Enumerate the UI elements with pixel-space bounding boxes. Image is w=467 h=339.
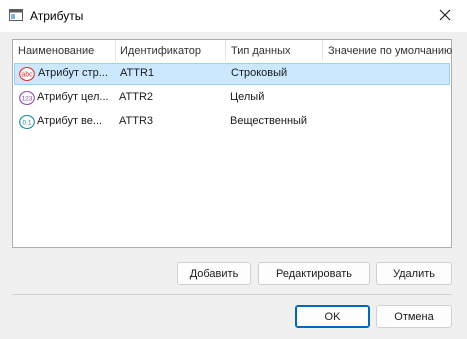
cell-id: ATTR2 xyxy=(119,91,154,103)
column-separator[interactable] xyxy=(225,40,226,61)
window-app-icon xyxy=(9,9,23,21)
svg-text:0.1: 0.1 xyxy=(22,120,31,127)
edit-button[interactable]: Редактировать xyxy=(258,262,370,285)
svg-text:abc: abc xyxy=(21,72,33,79)
cell-name: Атрибут стр... xyxy=(38,67,108,79)
integer-type-icon: 123 xyxy=(19,90,35,106)
cell-id: ATTR3 xyxy=(119,115,154,127)
column-header-default[interactable]: Значение по умолчанию xyxy=(328,45,452,57)
list-row-attr2[interactable]: 123 Атрибут цел... ATTR2 Целый xyxy=(14,87,450,109)
string-type-icon: abc xyxy=(19,66,35,82)
cell-id: ATTR1 xyxy=(120,67,155,79)
float-type-icon: 0.1 xyxy=(19,114,35,130)
dialog-divider xyxy=(12,294,452,295)
svg-text:123: 123 xyxy=(22,96,33,103)
cell-name: Атрибут цел... xyxy=(37,91,109,103)
cell-type: Строковый xyxy=(231,67,288,79)
ok-button[interactable]: OK xyxy=(295,305,370,328)
add-button[interactable]: Добавить xyxy=(177,262,251,285)
attributes-list[interactable]: Наименование Идентификатор Тип данных Зн… xyxy=(12,39,452,248)
column-header-name[interactable]: Наименование xyxy=(18,45,94,57)
close-icon xyxy=(439,9,451,24)
column-header-id[interactable]: Идентификатор xyxy=(120,45,201,57)
attributes-dialog: Атрибуты Наименование Идентификатор Тип … xyxy=(0,0,467,339)
cell-name: Атрибут ве... xyxy=(37,115,103,127)
cancel-button[interactable]: Отмена xyxy=(376,305,452,328)
cell-type: Вещественный xyxy=(230,115,308,127)
close-button[interactable] xyxy=(423,0,467,32)
title-bar: Атрибуты xyxy=(0,0,467,32)
list-row-attr1[interactable]: abc Атрибут стр... ATTR1 Строковый xyxy=(14,63,450,85)
column-separator[interactable] xyxy=(322,40,323,61)
list-row-attr3[interactable]: 0.1 Атрибут ве... ATTR3 Вещественный xyxy=(14,111,450,133)
window-title: Атрибуты xyxy=(30,9,84,23)
list-header: Наименование Идентификатор Тип данных Зн… xyxy=(13,40,452,61)
cell-type: Целый xyxy=(230,91,265,103)
column-separator[interactable] xyxy=(115,40,116,61)
column-header-type[interactable]: Тип данных xyxy=(231,45,291,57)
delete-button[interactable]: Удалить xyxy=(376,262,452,285)
